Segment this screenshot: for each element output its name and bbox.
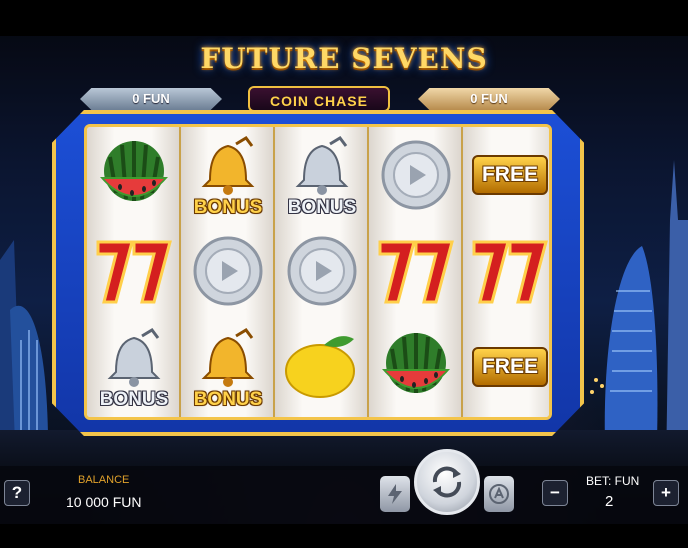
watermelon-icon [382,333,450,393]
free-label: FREE [472,155,548,195]
symbol-silver-bell-bonus: BONUS [275,127,369,223]
autoplay-button[interactable] [484,476,514,512]
symbol-gold-bell-bonus: BONUS [181,319,275,415]
silver-bell-icon [107,328,161,387]
game-screen: FUTURE SEVENS 0 FUN COIN CHASE 0 FUN BON… [0,0,688,548]
symbol-free: FREE [463,319,549,415]
red-seven-icon [472,240,548,304]
bet-value: 2 [605,493,614,510]
autoplay-icon [489,484,509,504]
symbol-silver-coin [369,127,463,223]
reel-4 [369,127,463,417]
symbol-red-seven [369,223,463,319]
watermelon-icon [100,141,168,201]
symbol-lemon [275,319,369,415]
reel-1: BONUS [87,127,181,417]
reel-5: FREE FREE [463,127,549,417]
free-label: FREE [472,347,548,387]
bet-label: BET: FUN [586,474,640,488]
spin-button[interactable] [414,449,480,515]
bonus-label: BONUS [193,389,263,410]
symbol-silver-bell-bonus: BONUS [87,319,181,415]
symbol-free: FREE [463,127,549,223]
bonus-label: BONUS [99,389,169,410]
top-black-bar [0,0,688,36]
lightning-icon [388,484,402,504]
symbol-gold-bell-bonus: BONUS [181,127,275,223]
bonus-label: BONUS [193,197,263,218]
coin-chase-badge: COIN CHASE [248,86,390,112]
bet-decrease-button[interactable]: − [542,480,568,506]
lemon-icon [285,336,355,398]
symbol-red-seven [463,223,549,319]
silver-coin-icon [193,236,263,306]
silver-coin-icon [381,140,451,210]
silver-coin-icon [287,236,357,306]
bonus-label: BONUS [287,197,357,218]
bet-increase-button[interactable]: + [653,480,679,506]
gold-bell-icon [201,328,255,387]
red-seven-icon [96,240,172,304]
spin-arrows-icon [432,466,462,498]
road [0,430,688,470]
reel-2: BONUS BONUS [181,127,275,417]
game-title: FUTURE SEVENS [200,42,488,75]
bottom-black-strip [0,524,688,548]
symbol-silver-coin [181,223,275,319]
help-button[interactable]: ? [4,480,30,506]
balance-label: BALANCE [78,474,130,486]
symbol-silver-coin [275,223,369,319]
reel-3: BONUS [275,127,369,417]
coin-meter-right: 0 FUN [418,88,560,110]
reel-window: BONUS BONUS BONUS BONUS FREE FREE [84,124,552,420]
symbol-red-seven [87,223,181,319]
gold-bell-icon [201,136,255,195]
symbol-watermelon [87,127,181,223]
reel-frame: BONUS BONUS BONUS BONUS FREE FREE [52,110,584,436]
coin-meter-left: 0 FUN [80,88,222,110]
symbol-watermelon [369,319,463,415]
right-city-skyline [590,160,688,470]
balance-value: 10 000 FUN [66,494,142,510]
turbo-button[interactable] [380,476,410,512]
silver-bell-icon [295,136,349,195]
red-seven-icon [378,240,454,304]
